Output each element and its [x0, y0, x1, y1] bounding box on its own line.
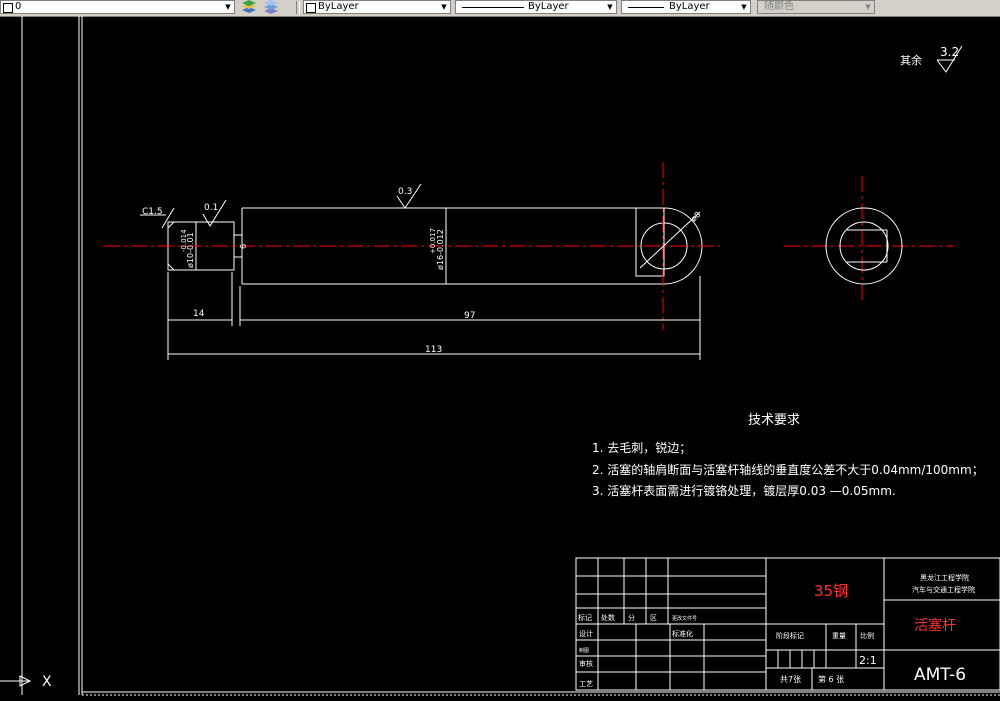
chevron-down-icon[interactable]: ▼ — [862, 1, 874, 13]
chamfer-label: C1.5 — [142, 207, 163, 217]
layer-previous-icon[interactable] — [240, 0, 258, 15]
small-diameter-tolerance: -0.014 — [180, 229, 188, 252]
chevron-down-icon[interactable]: ▼ — [222, 1, 234, 13]
shoulder-dimension: 6 — [239, 244, 248, 249]
lineweight-dropdown[interactable]: ByLayer ▼ — [621, 0, 751, 14]
scale-value: 2:1 — [859, 654, 877, 667]
sheet-number-label: 第 6 张 — [818, 674, 844, 684]
layer-name: 0 — [15, 1, 22, 12]
plotstyle-value: 随颜色 — [764, 1, 794, 12]
rod-diameter-label: ø16-0.012 — [436, 229, 445, 270]
ucs-x-label: X — [42, 674, 52, 690]
change-doc-label: 更改文件号 — [672, 615, 697, 622]
linetype-sample-icon — [462, 7, 524, 8]
layer-icon — [3, 3, 13, 13]
requirement-item-2: 2. 活塞的轴肩断面与活塞杆轴线的垂直度公差不大于0.04mm/100mm； — [592, 462, 984, 477]
ucs-icon: X — [0, 674, 52, 690]
layer-states-icon[interactable] — [262, 0, 280, 15]
chevron-down-icon[interactable]: ▼ — [738, 1, 750, 13]
rod-diameter-tolerance: +0.017 — [429, 228, 437, 254]
stage-mark-label: 阶段标记 — [776, 631, 804, 640]
total-sheets-label: 共7张 — [780, 675, 801, 684]
weight-label: 重量 — [832, 632, 846, 640]
drawing-canvas[interactable]: X 其余 3.2 C1.5 0.1 0.3 ø10-0.01 -0.014 6 … — [0, 16, 1000, 701]
chevron-down-icon[interactable]: ▼ — [438, 1, 450, 13]
linetype-dropdown[interactable]: ByLayer ▼ — [455, 0, 617, 14]
plotstyle-dropdown[interactable]: 随颜色 ▼ — [757, 0, 875, 14]
design-label: 设计 — [579, 629, 593, 638]
requirements-title: 技术要求 — [748, 413, 800, 428]
dimension-97: 97 — [464, 311, 475, 321]
mark-label: 标记 — [578, 613, 592, 622]
color-value: ByLayer — [318, 1, 359, 12]
properties-toolbar: 0 ▼ ByLayer ▼ ByLayer ▼ ByLayer ▼ 随颜色 ▼ — [0, 0, 1000, 17]
roughness-value: 3.2 — [940, 45, 959, 59]
lineweight-value: ByLayer — [669, 1, 710, 12]
college-name: 汽车与交通工程学院 — [912, 585, 975, 594]
roughness-small-value: 0.1 — [204, 203, 218, 213]
requirement-item-1: 1. 去毛刺，锐边； — [592, 441, 691, 455]
material-label: 35钢 — [814, 582, 848, 600]
drawing-number: AMT-6 — [914, 665, 966, 685]
region-label: 区 — [650, 614, 657, 622]
layer-dropdown[interactable]: 0 ▼ — [0, 0, 235, 14]
dimension-14: 14 — [193, 309, 205, 319]
review-label: 审核 — [579, 659, 593, 668]
scale-label: 比例 — [860, 631, 874, 640]
dimension-113: 113 — [425, 345, 442, 355]
chevron-down-icon[interactable]: ▼ — [604, 1, 616, 13]
zone-label: 分 — [628, 613, 635, 622]
piston-rod-side-view — [825, 207, 903, 285]
roughness-other-label: 其余 — [900, 53, 922, 67]
school-name: 黑龙江工程学院 — [920, 573, 969, 582]
roughness-rod-value: 0.3 — [398, 187, 412, 197]
linetype-value: ByLayer — [528, 1, 569, 12]
standardize-label: 标准化 — [672, 629, 693, 638]
part-name: 活塞杆 — [914, 617, 956, 634]
requirement-item-3: 3. 活塞杆表面需进行镀铬处理，镀层厚0.03 —0.05mm. — [592, 483, 896, 498]
toolbar-separator — [296, 1, 300, 14]
drawer-label: 制图 — [579, 647, 589, 654]
lineweight-sample-icon — [628, 7, 664, 8]
hole-diameter-label: ø8 — [689, 210, 702, 223]
process-label: 工艺 — [579, 680, 593, 688]
count-label: 处数 — [601, 613, 615, 622]
color-swatch-icon — [306, 3, 316, 13]
color-dropdown[interactable]: ByLayer ▼ — [303, 0, 451, 14]
